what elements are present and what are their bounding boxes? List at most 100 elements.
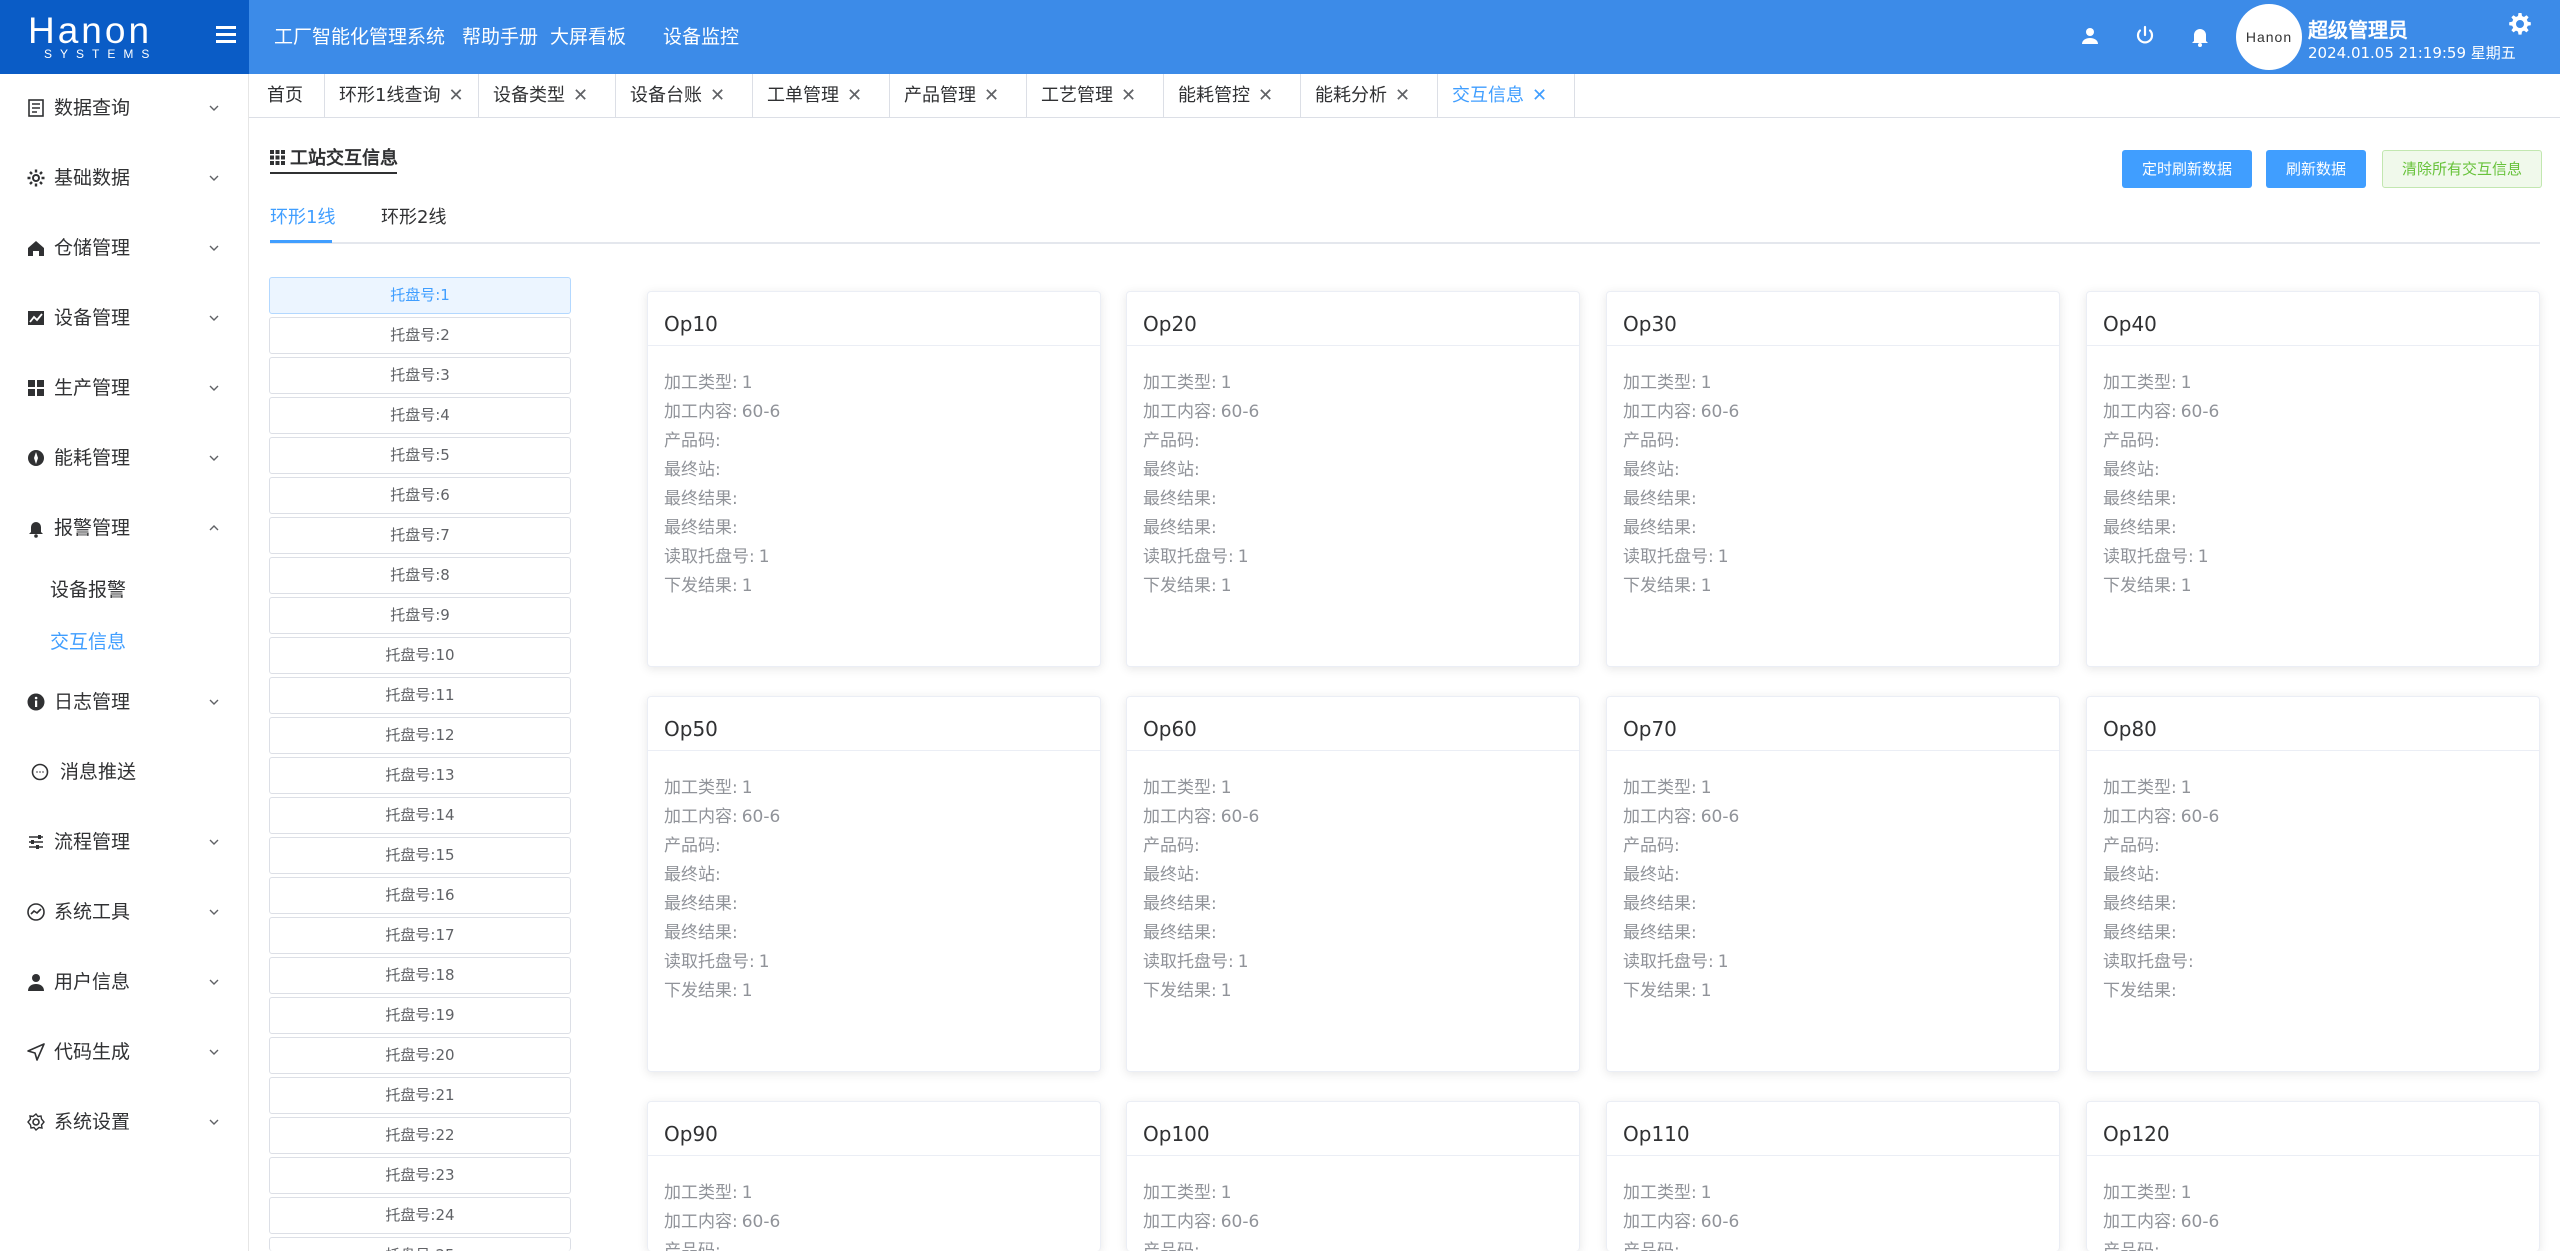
- tab-energy-analysis[interactable]: 能耗分析 ✕: [1301, 74, 1438, 118]
- tray-item[interactable]: 托盘号:3: [269, 357, 571, 394]
- tab-interaction-info[interactable]: 交互信息 ✕: [1438, 74, 1575, 118]
- clear-all-button[interactable]: 清除所有交互信息: [2382, 150, 2542, 188]
- chevron-down-icon: [209, 455, 219, 461]
- tray-item[interactable]: 托盘号:25: [269, 1237, 571, 1251]
- field-value: 1: [741, 981, 753, 1001]
- card-title: Op120: [2103, 1122, 2170, 1146]
- sidebar-item-code-gen[interactable]: 代码生成: [0, 1028, 249, 1076]
- tray-item[interactable]: 托盘号:10: [269, 637, 571, 674]
- tray-item[interactable]: 托盘号:22: [269, 1117, 571, 1154]
- tab-ring1-query[interactable]: 环形1线查询 ✕: [325, 74, 479, 118]
- nav-help-manual[interactable]: 帮助手册: [462, 0, 538, 74]
- sidebar-item-message-push[interactable]: 消息推送: [0, 748, 249, 796]
- card-title: Op40: [2103, 312, 2157, 336]
- field-label: 下发结果:: [2103, 981, 2177, 1001]
- tray-item[interactable]: 托盘号:4: [269, 397, 571, 434]
- close-icon[interactable]: ✕: [1121, 74, 1136, 118]
- station-card: Op100 加工类型: 1 加工内容: 60-6 产品码:: [1126, 1101, 1580, 1251]
- tab-ring-line-1[interactable]: 环形1线: [270, 200, 335, 244]
- close-icon[interactable]: ✕: [448, 74, 463, 118]
- active-tab-indicator: [270, 240, 332, 243]
- tray-item[interactable]: 托盘号:24: [269, 1197, 571, 1234]
- close-icon[interactable]: ✕: [847, 74, 862, 118]
- close-icon[interactable]: ✕: [1532, 74, 1547, 118]
- tray-item[interactable]: 托盘号:21: [269, 1077, 571, 1114]
- avatar[interactable]: Hanon: [2236, 4, 2302, 70]
- tray-item[interactable]: 托盘号:13: [269, 757, 571, 794]
- close-icon[interactable]: ✕: [1395, 74, 1410, 118]
- tab-energy-control[interactable]: 能耗管控 ✕: [1164, 74, 1301, 118]
- sidebar-item-production[interactable]: 生产管理: [0, 364, 249, 412]
- user-icon[interactable]: [2078, 24, 2102, 48]
- sidebar-item-alarm[interactable]: 报警管理: [0, 504, 249, 552]
- tray-item[interactable]: 托盘号:11: [269, 677, 571, 714]
- tray-item[interactable]: 托盘号:6: [269, 477, 571, 514]
- sidebar-item-label: 系统设置: [54, 1111, 131, 1133]
- sidebar-item-data-query[interactable]: 数据查询: [0, 84, 249, 132]
- tray-item[interactable]: 托盘号:7: [269, 517, 571, 554]
- sidebar-item-basic-data[interactable]: 基础数据: [0, 154, 249, 202]
- tab-process[interactable]: 工艺管理 ✕: [1027, 74, 1164, 118]
- tray-item[interactable]: 托盘号:8: [269, 557, 571, 594]
- tab-device-ledger[interactable]: 设备台账 ✕: [616, 74, 753, 118]
- logo-text: Hanon: [28, 10, 153, 51]
- nav-device-monitor[interactable]: 设备监控: [663, 0, 739, 74]
- tray-item[interactable]: 托盘号:2: [269, 317, 571, 354]
- tray-item[interactable]: 托盘号:20: [269, 1037, 571, 1074]
- tab-home[interactable]: 首页: [249, 74, 325, 118]
- field-label: 加工类型:: [1623, 373, 1697, 393]
- nav-big-screen[interactable]: 大屏看板: [550, 0, 626, 74]
- close-icon[interactable]: ✕: [1258, 74, 1273, 118]
- card-title: Op10: [664, 312, 718, 336]
- sidebar-item-equipment[interactable]: 设备管理: [0, 294, 249, 342]
- sidebar-item-system-settings[interactable]: 系统设置: [0, 1098, 249, 1146]
- tray-item[interactable]: 托盘号:16: [269, 877, 571, 914]
- power-icon[interactable]: [2133, 24, 2157, 48]
- sidebar-item-energy[interactable]: 能耗管理: [0, 434, 249, 482]
- sidebar-item-user-info[interactable]: 用户信息: [0, 958, 249, 1006]
- sidebar-item-workflow[interactable]: 流程管理: [0, 818, 249, 866]
- nav-system-name[interactable]: 工厂智能化管理系统: [274, 0, 445, 74]
- sidebar-item-warehouse[interactable]: 仓储管理: [0, 224, 249, 272]
- tray-item[interactable]: 托盘号:15: [269, 837, 571, 874]
- sidebar-item-log[interactable]: 日志管理: [0, 678, 249, 726]
- field-value: 1: [1220, 778, 1232, 798]
- tab-product[interactable]: 产品管理 ✕: [890, 74, 1027, 118]
- field-label: 下发结果:: [1623, 576, 1697, 596]
- tray-item[interactable]: 托盘号:19: [269, 997, 571, 1034]
- tray-item[interactable]: 托盘号:23: [269, 1157, 571, 1194]
- submenu-interaction-info[interactable]: 交互信息: [50, 622, 126, 662]
- field-label: 读取托盘号:: [664, 952, 755, 972]
- user-name[interactable]: 超级管理员: [2308, 14, 2408, 43]
- tab-work-order[interactable]: 工单管理 ✕: [753, 74, 890, 118]
- submenu-device-alarm[interactable]: 设备报警: [50, 570, 126, 610]
- close-icon[interactable]: ✕: [573, 74, 588, 118]
- tray-item[interactable]: 托盘号:18: [269, 957, 571, 994]
- field-label: 加工内容:: [1143, 402, 1217, 422]
- hamburger-icon[interactable]: [216, 26, 236, 46]
- sidebar-item-label: 流程管理: [54, 831, 131, 853]
- field-value: 60-6: [2180, 807, 2220, 827]
- sidebar-item-system-tools[interactable]: 系统工具: [0, 888, 249, 936]
- field-label: 加工类型:: [664, 778, 738, 798]
- refresh-button[interactable]: 刷新数据: [2266, 150, 2366, 188]
- tray-item[interactable]: 托盘号:5: [269, 437, 571, 474]
- tab-device-type[interactable]: 设备类型 ✕: [479, 74, 616, 118]
- close-icon[interactable]: ✕: [710, 74, 725, 118]
- tray-item[interactable]: 托盘号:17: [269, 917, 571, 954]
- tray-item[interactable]: 托盘号:1: [269, 277, 571, 314]
- timed-refresh-button[interactable]: 定时刷新数据: [2122, 150, 2252, 188]
- field-label: 读取托盘号:: [1623, 952, 1714, 972]
- tray-item[interactable]: 托盘号:14: [269, 797, 571, 834]
- tray-item[interactable]: 托盘号:12: [269, 717, 571, 754]
- sidebar-item-label: 日志管理: [54, 691, 131, 713]
- field-value: 60-6: [1700, 402, 1740, 422]
- bell-icon[interactable]: [2188, 24, 2212, 48]
- tray-item[interactable]: 托盘号:9: [269, 597, 571, 634]
- card-title: Op110: [1623, 1122, 1690, 1146]
- field-label: 下发结果:: [1623, 981, 1697, 1001]
- sidebar-item-label: 仓储管理: [54, 237, 131, 259]
- close-icon[interactable]: ✕: [984, 74, 999, 118]
- tab-ring-line-2[interactable]: 环形2线: [381, 200, 446, 244]
- settings-gear-icon[interactable]: [2508, 12, 2532, 36]
